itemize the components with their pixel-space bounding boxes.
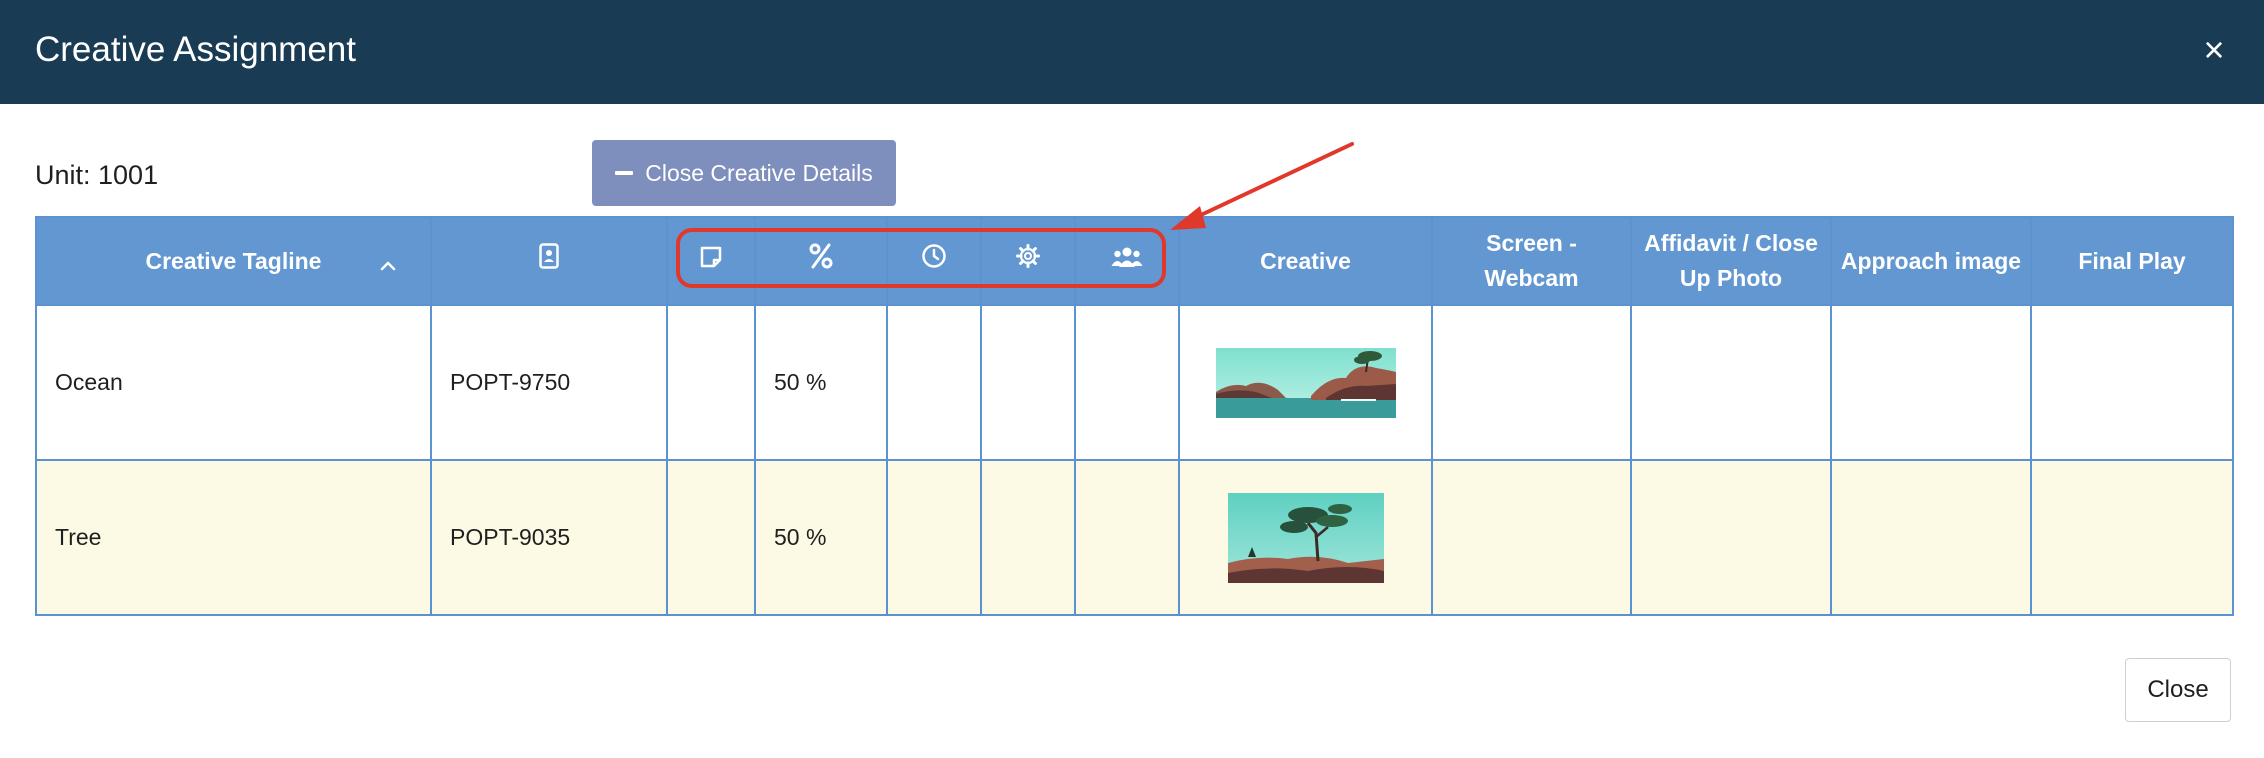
chevron-up-icon[interactable] xyxy=(380,246,396,281)
gear-icon xyxy=(1015,243,1041,279)
cell-screen-webcam xyxy=(1431,304,1632,461)
cell-users xyxy=(1074,304,1180,461)
header-settings[interactable] xyxy=(980,216,1076,306)
tree-cliff-image[interactable] xyxy=(1227,492,1384,583)
modal-title: Creative Assignment xyxy=(35,30,356,69)
header-percent[interactable] xyxy=(754,216,888,306)
header-approach-image[interactable]: Approach image xyxy=(1830,216,2032,306)
cell-clock xyxy=(886,304,982,461)
close-creative-details-label: Close Creative Details xyxy=(645,159,873,186)
close-icon[interactable]: × xyxy=(2192,28,2236,72)
cell-note xyxy=(666,459,756,616)
cell-users xyxy=(1074,459,1180,616)
minus-icon xyxy=(615,171,634,175)
unit-label: Unit: 1001 xyxy=(35,160,159,190)
header-screen-webcam[interactable]: Screen - Webcam xyxy=(1431,216,1632,306)
cell-settings xyxy=(980,304,1076,461)
sticky-note-icon xyxy=(699,244,723,279)
modal-header: Creative Assignment × xyxy=(0,0,2264,104)
cell-percent: 50 % xyxy=(754,459,888,616)
users-icon xyxy=(1111,244,1143,279)
cell-final-play xyxy=(2030,304,2234,461)
table-row[interactable]: Ocean POPT-9750 50 % xyxy=(35,304,2234,461)
header-creative-tagline-label: Creative Tagline xyxy=(145,247,322,274)
cell-settings xyxy=(980,459,1076,616)
cell-approach-image xyxy=(1830,459,2032,616)
table-row[interactable]: Tree POPT-9035 50 % xyxy=(35,459,2234,616)
contact-card-icon xyxy=(539,243,559,279)
cell-tagline: Tree xyxy=(35,459,432,616)
close-button[interactable]: Close xyxy=(2125,658,2231,722)
header-clock[interactable] xyxy=(886,216,982,306)
cell-code: POPT-9750 xyxy=(430,304,668,461)
cell-approach-image xyxy=(1830,304,2032,461)
cell-final-play xyxy=(2030,459,2234,616)
cell-affidavit xyxy=(1630,459,1832,616)
cell-affidavit xyxy=(1630,304,1832,461)
table-header-row: Creative Tagline Creative Screen - Webca… xyxy=(35,216,2234,306)
cell-clock xyxy=(886,459,982,616)
cell-tagline: Ocean xyxy=(35,304,432,461)
creative-table: Creative Tagline Creative Screen - Webca… xyxy=(35,216,2234,616)
cell-creative xyxy=(1178,304,1433,461)
header-note[interactable] xyxy=(666,216,756,306)
header-id[interactable] xyxy=(430,216,668,306)
cell-percent: 50 % xyxy=(754,304,888,461)
header-creative-tagline[interactable]: Creative Tagline xyxy=(35,216,432,306)
header-final-play[interactable]: Final Play xyxy=(2030,216,2234,306)
cell-note xyxy=(666,304,756,461)
clock-icon xyxy=(921,243,947,279)
header-affidavit[interactable]: Affidavit / Close Up Photo xyxy=(1630,216,1832,306)
cell-creative xyxy=(1178,459,1433,616)
annotation-arrow xyxy=(1170,142,1354,230)
cell-screen-webcam xyxy=(1431,459,1632,616)
ocean-coast-image[interactable] xyxy=(1215,347,1396,418)
cell-code: POPT-9035 xyxy=(430,459,668,616)
percent-icon xyxy=(809,243,833,279)
close-creative-details-button[interactable]: Close Creative Details xyxy=(592,140,896,206)
